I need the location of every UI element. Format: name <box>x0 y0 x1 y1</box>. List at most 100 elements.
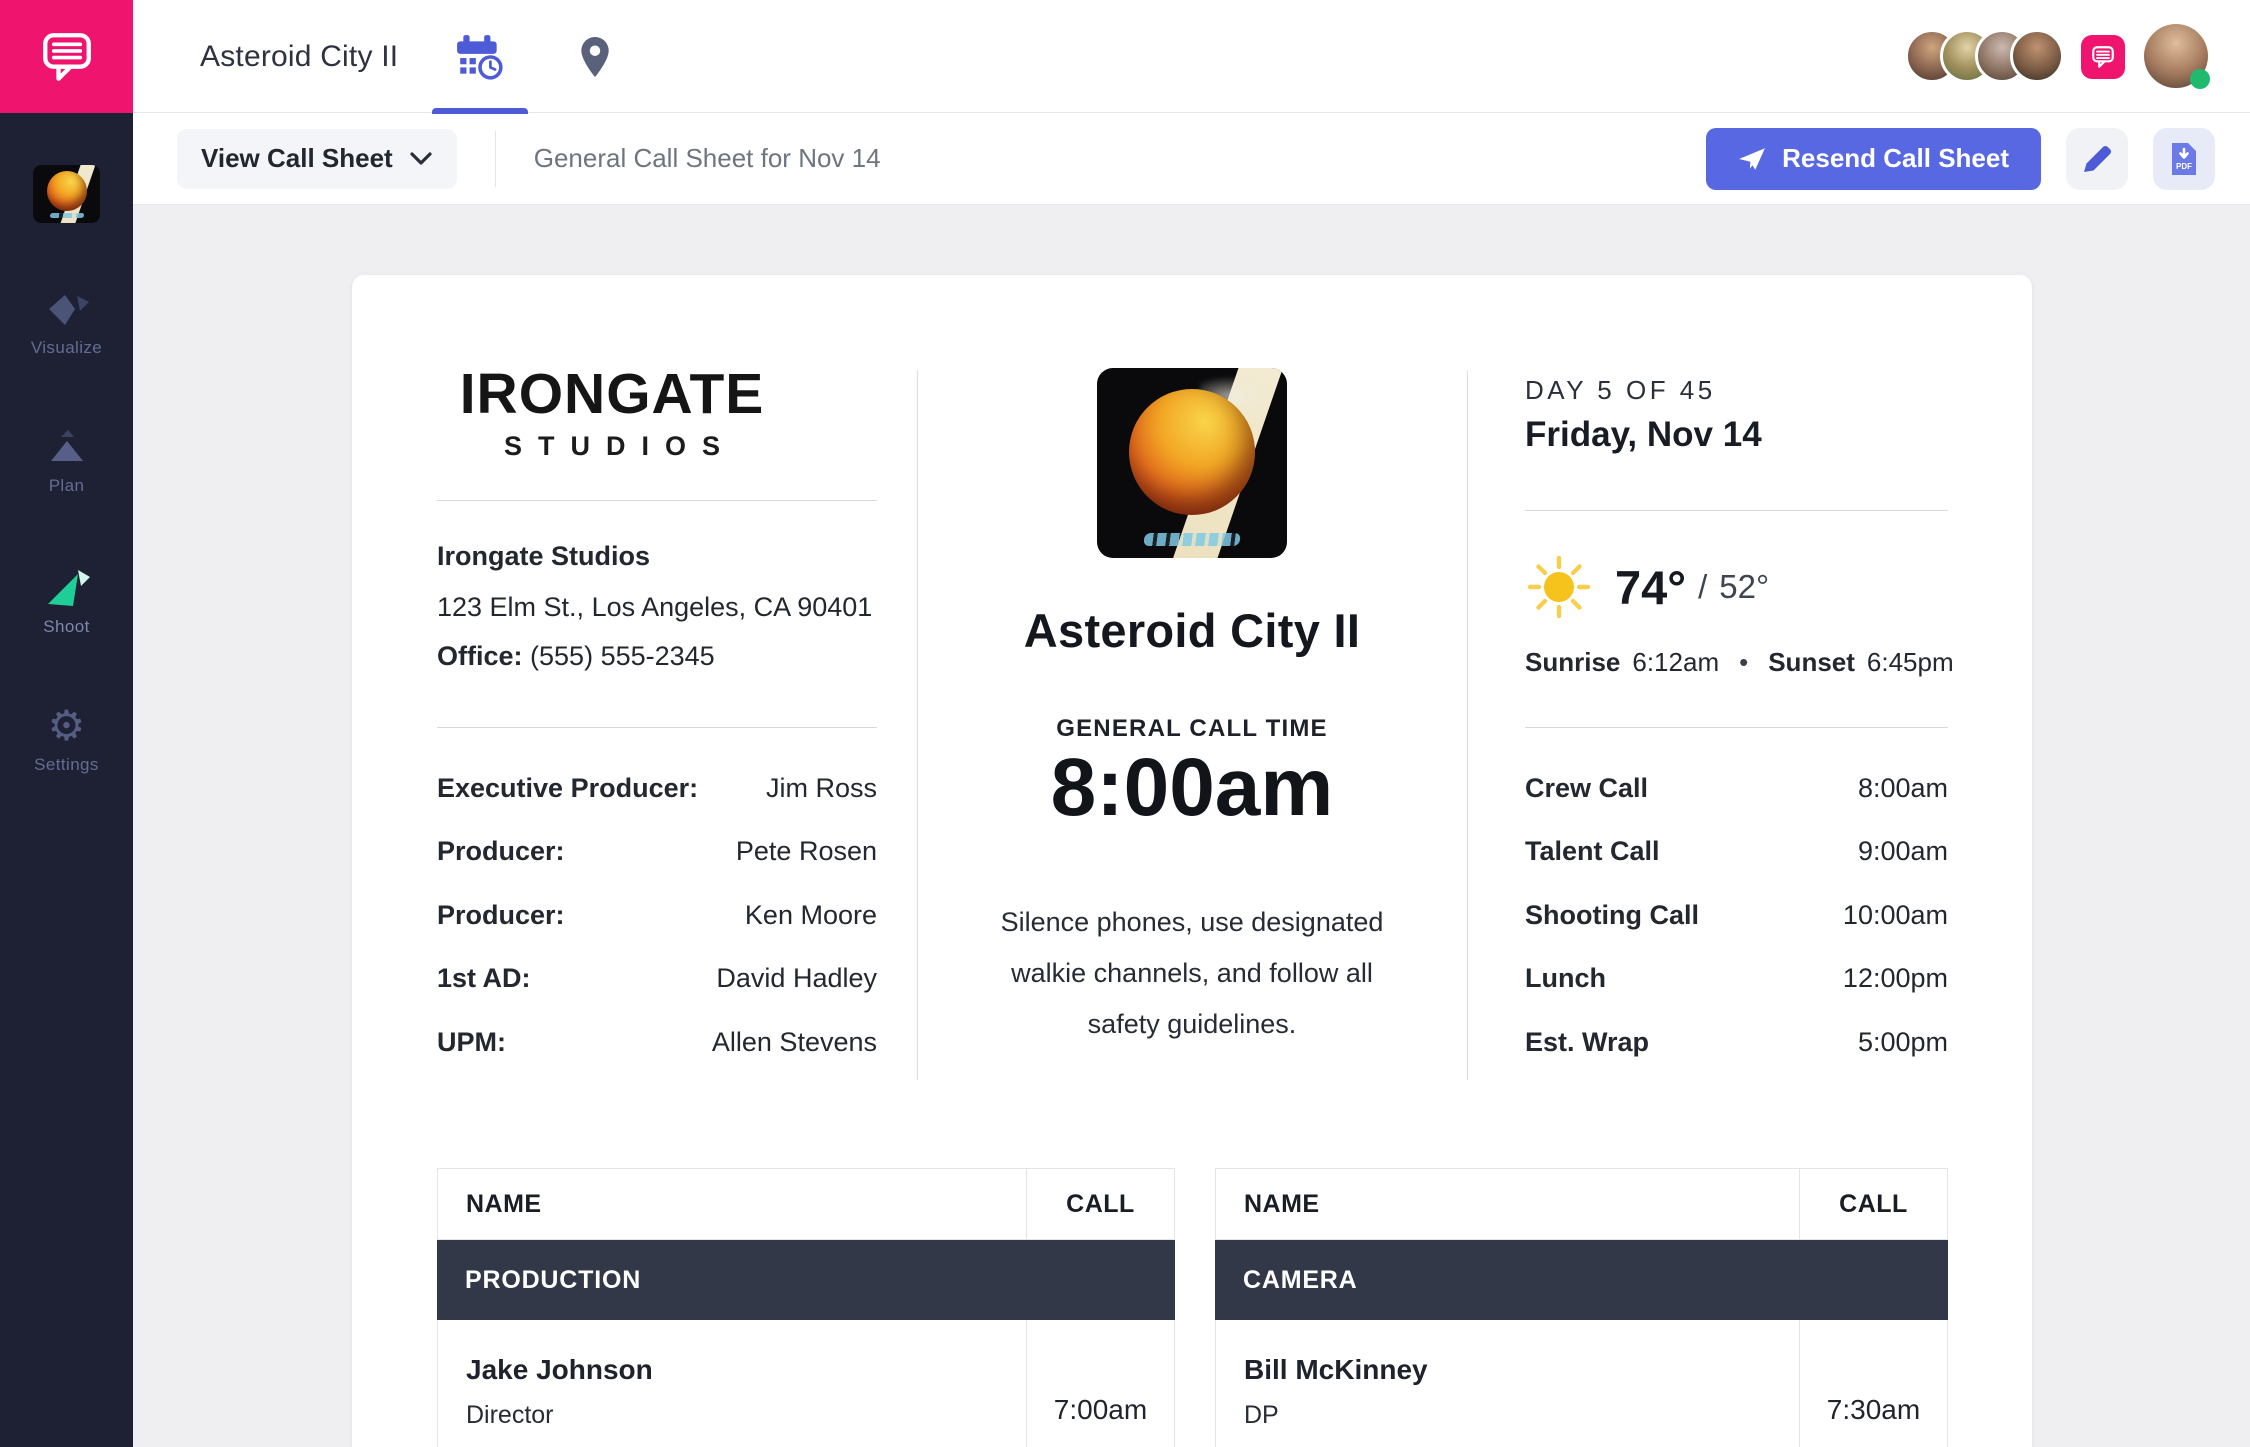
tab-locations[interactable] <box>550 0 640 113</box>
studio-office-phone: Office: (555) 555-2345 <box>437 641 715 672</box>
crew-member-name: Bill McKinney <box>1244 1354 1799 1386</box>
set-notes: Silence phones, use designated walkie ch… <box>977 897 1407 1050</box>
schedule-row: Lunch 12:00pm <box>1525 963 1948 994</box>
map-pin-icon <box>578 36 612 78</box>
department-section-row: CAMERA <box>1215 1240 1948 1320</box>
crew-member-call-time: 7:30am <box>1799 1320 1947 1447</box>
sunrise-sunset-row: Sunrise 6:12am • Sunset 6:45pm <box>1525 647 1948 678</box>
project-title: Asteroid City II <box>200 0 398 113</box>
crew-role-row: 1st AD: David Hadley <box>437 963 877 994</box>
crew-member-role: DP <box>1244 1401 1799 1430</box>
schedule-label: Est. Wrap <box>1525 1027 1649 1058</box>
calendar-clock-icon <box>455 34 505 80</box>
crew-role-name: David Hadley <box>716 963 877 994</box>
messages-button[interactable] <box>2081 35 2125 79</box>
sidebar-item-visualize[interactable]: Visualize <box>0 287 133 383</box>
office-phone: (555) 555-2345 <box>530 641 715 671</box>
team-avatar-stack[interactable] <box>1905 29 2064 83</box>
name-column-header: NAME <box>438 1169 1026 1239</box>
department-section-row: PRODUCTION <box>437 1240 1175 1320</box>
crew-role-row: Executive Producer: Jim Ross <box>437 773 877 804</box>
call-column-header: CALL <box>1799 1169 1947 1239</box>
schedule-row: Crew Call 8:00am <box>1525 773 1948 804</box>
crew-member-name: Jake Johnson <box>466 1354 1026 1386</box>
film-title: Asteroid City II <box>992 603 1392 658</box>
office-label: Office: <box>437 641 523 671</box>
project-thumbnail[interactable] <box>33 165 100 223</box>
tab-call-sheet[interactable] <box>432 0 528 113</box>
column-divider <box>917 370 918 1080</box>
main-content: IRONGATE STUDIOS Irongate Studios 123 El… <box>133 205 2250 1447</box>
shoot-icon <box>40 564 94 610</box>
day-counter: DAY 5 OF 45 <box>1525 375 1716 406</box>
gear-icon: ⚙ <box>48 704 86 748</box>
sheet-title: General Call Sheet for Nov 14 <box>534 143 881 174</box>
general-call-time-label: GENERAL CALL TIME <box>992 715 1392 743</box>
temp-low: 52° <box>1719 568 1769 606</box>
edit-call-sheet-button[interactable] <box>2066 128 2128 190</box>
sidebar-item-label: Shoot <box>43 617 89 637</box>
crew-role-name: Pete Rosen <box>736 836 877 867</box>
crew-role-row: UPM: Allen Stevens <box>437 1027 877 1058</box>
pencil-icon <box>2079 141 2115 177</box>
crew-role-row: Producer: Pete Rosen <box>437 836 877 867</box>
crew-role-label: Producer: <box>437 836 565 867</box>
view-call-sheet-dropdown[interactable]: View Call Sheet <box>177 129 457 189</box>
name-column-header: NAME <box>1216 1169 1799 1239</box>
call-column-header: CALL <box>1026 1169 1174 1239</box>
studio-logo-subtitle: STUDIOS <box>437 431 787 462</box>
app-screen: Asteroid City II <box>0 0 2250 1447</box>
crew-role-name: Allen Stevens <box>712 1027 877 1058</box>
production-table: NAME CALL PRODUCTION Jake Johnson Direct… <box>437 1168 1175 1447</box>
sidebar-item-label: Plan <box>49 476 85 496</box>
crew-role-label: Executive Producer: <box>437 773 698 804</box>
crew-member-call-time: 7:00am <box>1026 1320 1174 1447</box>
table-row: Bill McKinney DP 7:30am <box>1215 1320 1948 1447</box>
pdf-download-icon: PDF <box>2169 142 2199 176</box>
sidebar-item-shoot[interactable]: Shoot <box>0 564 133 660</box>
schedule-label: Crew Call <box>1525 773 1648 804</box>
schedule-label: Talent Call <box>1525 836 1660 867</box>
sun-icon <box>1525 553 1593 621</box>
schedule-row: Est. Wrap 5:00pm <box>1525 1027 1948 1058</box>
studio-address: 123 Elm St., Los Angeles, CA 90401 <box>437 592 872 623</box>
current-user-avatar[interactable] <box>2144 24 2208 88</box>
resend-call-sheet-button[interactable]: Resend Call Sheet <box>1706 128 2041 190</box>
sunset-label: Sunset <box>1768 647 1855 678</box>
camera-table: NAME CALL CAMERA Bill McKinney DP 7:30am <box>1215 1168 1948 1447</box>
visualize-icon <box>41 287 93 331</box>
divider <box>437 727 877 728</box>
download-pdf-button[interactable]: PDF <box>2153 128 2215 190</box>
sidebar-item-label: Visualize <box>31 338 102 358</box>
temp-high: 74° <box>1615 560 1686 615</box>
crew-role-name: Ken Moore <box>745 900 877 931</box>
divider <box>1525 510 1948 511</box>
sunrise-label: Sunrise <box>1525 647 1620 678</box>
sidebar-item-plan[interactable]: Plan <box>0 425 133 521</box>
team-avatar[interactable] <box>2010 29 2064 83</box>
view-call-sheet-label: View Call Sheet <box>201 143 393 174</box>
poster-logo-text <box>1143 533 1241 546</box>
general-call-time-value: 8:00am <box>992 741 1392 835</box>
studio-name: Irongate Studios <box>437 541 650 572</box>
schedule-label: Shooting Call <box>1525 900 1699 931</box>
resend-call-sheet-label: Resend Call Sheet <box>1782 143 2009 174</box>
crew-role-label: UPM: <box>437 1027 506 1058</box>
plan-icon <box>41 425 93 469</box>
toolbar-divider <box>495 131 496 187</box>
chevron-down-icon <box>409 151 433 167</box>
weather-row: 74° / 52° <box>1525 553 1769 621</box>
temp-divider: / <box>1698 568 1707 606</box>
schedule-label: Lunch <box>1525 963 1606 994</box>
movie-poster-image <box>1097 368 1287 558</box>
sidebar-item-label: Settings <box>34 755 99 775</box>
chat-bubble-icon <box>2090 45 2116 69</box>
crew-member-role: Director <box>466 1401 1026 1430</box>
sidebar-item-settings[interactable]: ⚙ Settings <box>0 704 133 800</box>
call-sheet-document: IRONGATE STUDIOS Irongate Studios 123 El… <box>352 275 2032 1447</box>
sidebar: Visualize Plan Shoot ⚙ Settings <box>0 113 133 1447</box>
studio-logo-wordmark: IRONGATE <box>437 361 787 427</box>
dot-separator: • <box>1739 647 1748 678</box>
divider <box>1525 727 1948 728</box>
app-logo-button[interactable] <box>0 0 133 113</box>
